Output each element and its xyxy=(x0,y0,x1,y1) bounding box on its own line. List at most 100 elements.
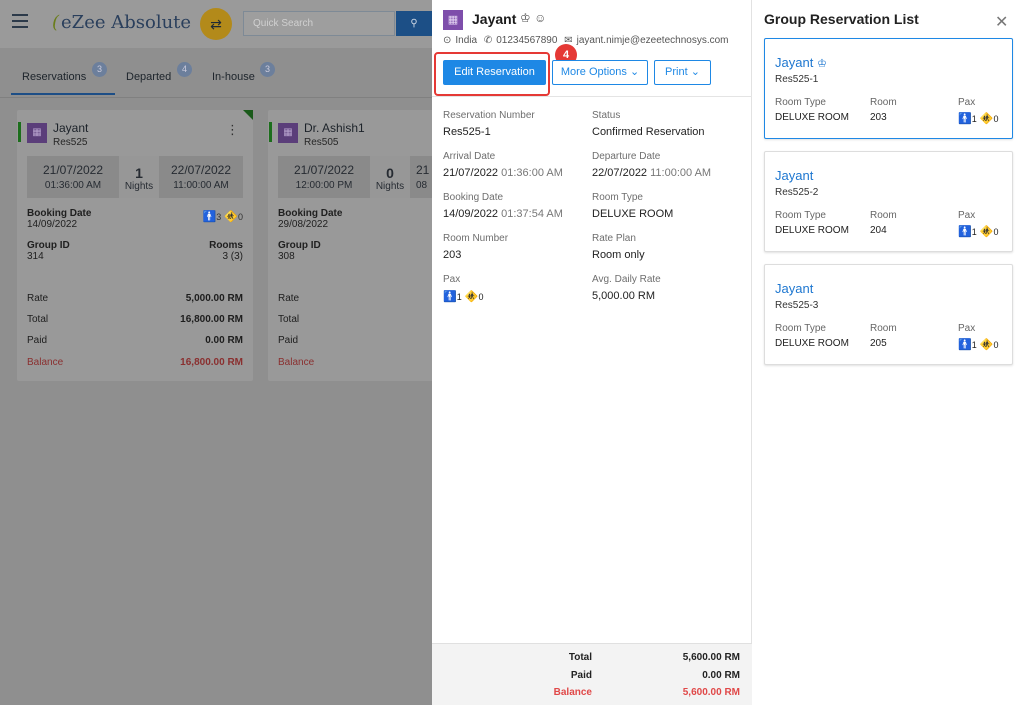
active-tab-indicator xyxy=(11,93,115,95)
pax-count: Pax 🚹1 🚸0 xyxy=(958,97,999,125)
room-type: Room Type DELUXE ROOM xyxy=(775,323,849,349)
total-row: Total xyxy=(278,314,300,325)
location-pin-icon: ⊙ xyxy=(443,35,452,46)
adult-icon: 🚹 xyxy=(443,291,457,303)
arrival-time: 01:36:00 AM xyxy=(44,180,102,191)
quick-search-input[interactable]: Quick Search xyxy=(243,11,395,36)
nights-label: Nights xyxy=(124,181,154,192)
pax-count: Pax 🚹1 🚸0 xyxy=(958,323,999,351)
guest-name: Jayant ♔ xyxy=(775,55,827,70)
departure-date-field: Departure Date 22/07/2022 11:00:00 AM xyxy=(592,151,712,179)
more-options-button[interactable]: More Options ⌄ xyxy=(552,60,648,85)
departure-time: 11:00:00 AM xyxy=(173,180,229,191)
departure-date: 22/07/2022 xyxy=(170,163,232,177)
room-type-field: Room Type DELUXE ROOM xyxy=(592,192,674,220)
panel-header: ▦ Jayant ♔ ☺ ⊙ India ✆ 01234567890 ✉ jayant… xyxy=(432,0,752,97)
totals-footer: Total 5,600.00 RM Paid 0.00 RM Balance 5,60… xyxy=(432,643,752,705)
status-flag xyxy=(269,122,272,142)
status-flag xyxy=(18,122,21,142)
reservation-card[interactable]: ▦ Jayant Res525 ⋮ 21/07/2022 01:36:00 AM … xyxy=(17,110,253,381)
vip-crown-icon: ♔ xyxy=(520,11,531,25)
nights-label: Nights xyxy=(375,181,405,192)
status-field: Status Confirmed Reservation xyxy=(592,110,705,138)
booking-date-field: Booking Date 14/09/2022 01:37:54 AM xyxy=(443,192,563,220)
room-type: Room Type DELUXE ROOM xyxy=(775,210,849,236)
guest-name: Jayant xyxy=(472,11,517,27)
nights-count: 0 xyxy=(386,165,394,181)
balance-row: Balance xyxy=(278,357,315,368)
reservation-card[interactable]: ▦ Dr. Ashish1 Res505 21/07/2022 12:00:00 … xyxy=(268,110,432,381)
paid-row: Paid 0.00 RM xyxy=(27,335,243,346)
phone-icon: ✆ xyxy=(483,35,493,46)
paid-row: Paid xyxy=(278,335,299,346)
guest-profile-icon: ☺ xyxy=(534,11,547,25)
group-reservation-item[interactable]: Jayant Res525-2 Room Type DELUXE ROOM Roo… xyxy=(764,151,1013,252)
rate-row: Rate xyxy=(278,293,300,304)
guest-name: Jayant xyxy=(53,121,89,135)
stay-dates: 21/07/2022 01:36:00 AM 1 Nights 22/07/2022… xyxy=(27,156,243,198)
reservation-number-field: Reservation Number Res525-1 xyxy=(443,110,535,138)
hotel-icon: ▦ xyxy=(443,10,463,30)
reservation-number: Res525-1 xyxy=(775,74,819,85)
group-list-title: Group Reservation List xyxy=(764,11,919,27)
group-id: Group ID 308 xyxy=(278,240,321,262)
departure-date: 21 xyxy=(416,163,430,177)
hamburger-menu-icon[interactable] xyxy=(12,14,28,28)
guest-email: jayant.nimje@ezeetechnosys.com xyxy=(576,35,729,46)
room-number-field: Room Number 203 xyxy=(443,233,509,261)
room-number: Room 205 xyxy=(870,323,897,349)
reservation-detail-panel: ▦ Jayant ♔ ☺ ⊙ India ✆ 01234567890 ✉ jayant… xyxy=(432,0,752,705)
guest-status-icons: ♔ ☺ xyxy=(520,11,546,25)
close-icon[interactable]: ✕ xyxy=(995,12,1008,32)
hotel-icon: ▦ xyxy=(278,123,298,143)
search-icon[interactable]: ⚲ xyxy=(396,11,432,36)
room-type: Room Type DELUXE ROOM xyxy=(775,97,849,123)
arrival-date: 21/07/2022 xyxy=(293,163,355,177)
rooms-count: Rooms 3 (3) xyxy=(209,240,243,262)
tab-count-badge: 4 xyxy=(177,62,192,77)
booking-date: Booking Date 29/08/2022 xyxy=(278,208,343,230)
arrival-date-field: Arrival Date 21/07/2022 01:36:00 AM xyxy=(443,151,563,179)
stay-dates: 21/07/2022 12:00:00 PM 0 Nights 21 08 xyxy=(278,156,432,198)
shuffle-icon[interactable]: ⇄ xyxy=(200,8,232,40)
reservation-number: Res525-2 xyxy=(775,187,819,198)
vip-crown-icon: ♔ xyxy=(816,58,827,70)
group-reservation-item[interactable]: Jayant ♔ Res525-1 Room Type DELUXE ROOM R… xyxy=(764,38,1013,139)
more-vert-icon[interactable]: ⋮ xyxy=(226,122,239,138)
tab-departed[interactable]: Departed 4 xyxy=(126,62,192,83)
guest-name: Jayant xyxy=(775,281,814,296)
edit-reservation-button[interactable]: Edit Reservation xyxy=(443,60,546,85)
total-row: Total 16,800.00 RM xyxy=(27,314,243,325)
group-reservation-item[interactable]: Jayant Res525-3 Room Type DELUXE ROOM Roo… xyxy=(764,264,1013,365)
departure-time: 08 xyxy=(416,180,428,191)
guest-name: Dr. Ashish1 xyxy=(304,121,365,135)
chevron-down-icon: ⌄ xyxy=(629,66,640,78)
reservation-number: Res525 xyxy=(53,137,88,148)
tab-count-badge: 3 xyxy=(92,62,107,77)
avg-daily-rate-field: Avg. Daily Rate 5,000.00 RM xyxy=(592,274,661,302)
print-button[interactable]: Print ⌄ xyxy=(654,60,711,85)
app-logo: (eZee Absolute xyxy=(52,12,192,33)
top-bar: (eZee Absolute ⇄ Quick Search ⚲ xyxy=(0,0,432,48)
tab-reservations[interactable]: Reservations 3 xyxy=(22,62,107,83)
tab-in-house[interactable]: In-house 3 xyxy=(212,62,275,83)
group-id: Group ID 314 xyxy=(27,240,70,262)
rate-row: Rate 5,000.00 RM xyxy=(27,293,243,304)
group-reservation-list: Group Reservation List ✕ Jayant ♔ Res525… xyxy=(752,0,1024,705)
pax-count: 🚹3 🚸0 xyxy=(202,211,244,223)
reservations-background: (eZee Absolute ⇄ Quick Search ⚲ Reservat… xyxy=(0,0,432,705)
chevron-down-icon: ⌄ xyxy=(690,66,700,78)
guest-phone: 01234567890 xyxy=(496,35,558,46)
booking-date: Booking Date 14/09/2022 xyxy=(27,208,92,230)
child-icon: 🚸 xyxy=(464,291,479,303)
arrival-date: 21/07/2022 xyxy=(42,163,104,177)
rate-plan-field: Rate Plan Room only xyxy=(592,233,645,261)
tab-count-badge: 3 xyxy=(260,62,275,77)
reservation-number: Res505 xyxy=(304,137,339,148)
guest-name: Jayant xyxy=(775,168,814,183)
nights-count: 1 xyxy=(135,165,143,181)
reservation-tabs: Reservations 3 Departed 4 In-house 3 xyxy=(0,48,432,98)
pax-field: Pax 🚹1 🚸0 xyxy=(443,274,484,303)
guest-contact: ⊙ India ✆ 01234567890 ✉ jayant.nimje@ezeete… xyxy=(443,35,733,46)
hotel-icon: ▦ xyxy=(27,123,47,143)
